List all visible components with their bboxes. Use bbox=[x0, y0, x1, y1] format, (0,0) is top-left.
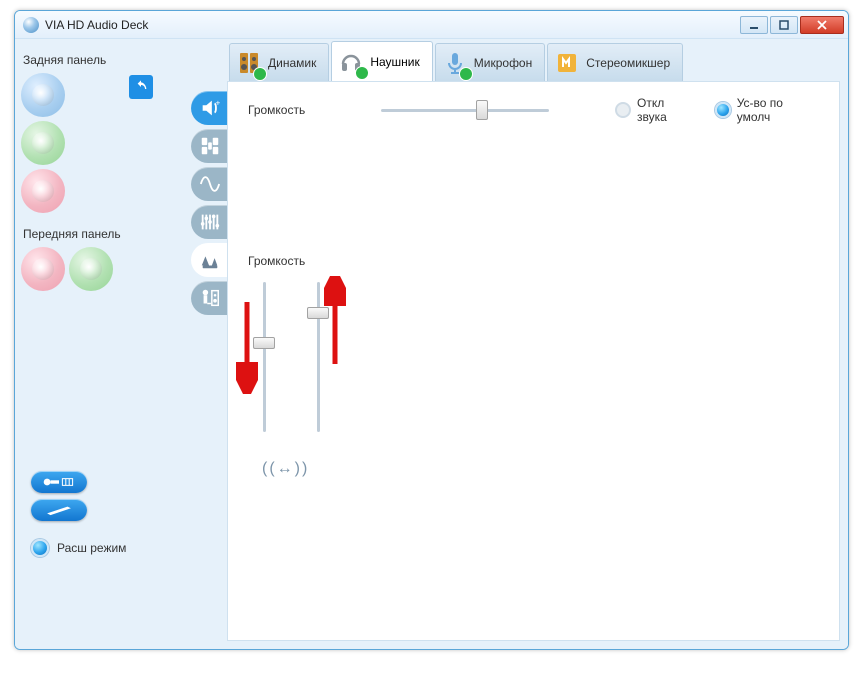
side-icon-strip: + bbox=[191, 39, 227, 649]
master-volume-slider[interactable] bbox=[381, 101, 550, 119]
default-device-label: Ус-во по умолч bbox=[737, 96, 819, 124]
side-environment-button[interactable] bbox=[191, 243, 229, 277]
front-jack-grid bbox=[21, 247, 185, 291]
main-panel: Динамик Наушник Микрофон bbox=[227, 39, 848, 649]
left-panel: Задняя панель Передняя панель bbox=[15, 39, 191, 649]
left-bottom-buttons: Расш режим bbox=[21, 471, 185, 557]
window-buttons bbox=[740, 16, 844, 34]
front-jack-headphone[interactable] bbox=[69, 247, 113, 291]
radio-off-icon bbox=[615, 102, 631, 118]
tab-speaker[interactable]: Динамик bbox=[229, 43, 329, 81]
rear-jack-linein[interactable] bbox=[21, 73, 65, 117]
tab-headphone-label: Наушник bbox=[370, 55, 419, 69]
side-wave-button[interactable] bbox=[191, 167, 229, 201]
mute-label: Откл звука bbox=[637, 96, 697, 124]
swap-channels-icon[interactable]: ((↔)) bbox=[262, 460, 819, 478]
svg-text:+: + bbox=[216, 98, 221, 107]
rear-jack-speaker[interactable] bbox=[21, 121, 65, 165]
headphone-icon bbox=[338, 49, 364, 75]
side-volume-button[interactable]: + bbox=[191, 91, 229, 125]
tab-mic[interactable]: Микрофон bbox=[435, 43, 545, 81]
side-equalizer-button[interactable] bbox=[191, 205, 229, 239]
rear-panel-label: Задняя панель bbox=[23, 53, 185, 67]
content-area: Громкость Откл звука Ус-во по умолч bbox=[227, 81, 840, 641]
tab-stereomix-label: Стереомикшер bbox=[586, 56, 670, 70]
speaker-icon bbox=[236, 50, 262, 76]
advanced-mode-toggle[interactable]: Расш режим bbox=[31, 539, 185, 557]
front-jack-mic[interactable] bbox=[21, 247, 65, 291]
right-channel-slider[interactable] bbox=[308, 282, 328, 432]
side-room-button[interactable] bbox=[191, 281, 229, 315]
client-area: Задняя панель Передняя панель bbox=[15, 39, 848, 649]
minimize-button[interactable] bbox=[740, 16, 768, 34]
tab-bar: Динамик Наушник Микрофон bbox=[227, 39, 848, 81]
window-title: VIA HD Audio Deck bbox=[45, 18, 740, 32]
tab-mic-label: Микрофон bbox=[474, 56, 532, 70]
connector-button[interactable] bbox=[31, 471, 87, 493]
mute-option[interactable]: Откл звука bbox=[615, 96, 697, 124]
stereomix-icon bbox=[554, 50, 580, 76]
titlebar: VIA HD Audio Deck bbox=[15, 11, 848, 39]
volume-row: Громкость Откл звука Ус-во по умолч bbox=[248, 96, 819, 124]
channel-volume-label: Громкость bbox=[248, 254, 819, 268]
window: VIA HD Audio Deck Задняя панель Передняя… bbox=[14, 10, 849, 650]
undo-button[interactable] bbox=[129, 75, 153, 99]
side-speakers-button[interactable] bbox=[191, 129, 229, 163]
rear-jack-grid bbox=[21, 73, 185, 213]
left-channel-slider[interactable] bbox=[254, 282, 274, 432]
advanced-mode-label: Расш режим bbox=[57, 541, 126, 555]
maximize-button[interactable] bbox=[770, 16, 798, 34]
front-panel-label: Передняя панель bbox=[23, 227, 185, 241]
volume-label: Громкость bbox=[248, 103, 305, 117]
tab-speaker-label: Динамик bbox=[268, 56, 316, 70]
mic-icon bbox=[442, 50, 468, 76]
advanced-mode-radio-icon bbox=[31, 539, 49, 557]
rear-jack-mic[interactable] bbox=[21, 169, 65, 213]
default-device-option[interactable]: Ус-во по умолч bbox=[715, 96, 819, 124]
radio-on-icon bbox=[715, 102, 731, 118]
tab-stereomix[interactable]: Стереомикшер bbox=[547, 43, 683, 81]
settings-button[interactable] bbox=[31, 499, 87, 521]
channel-sliders bbox=[254, 282, 819, 442]
app-icon bbox=[23, 17, 39, 33]
close-button[interactable] bbox=[800, 16, 844, 34]
tab-headphone[interactable]: Наушник bbox=[331, 41, 432, 81]
